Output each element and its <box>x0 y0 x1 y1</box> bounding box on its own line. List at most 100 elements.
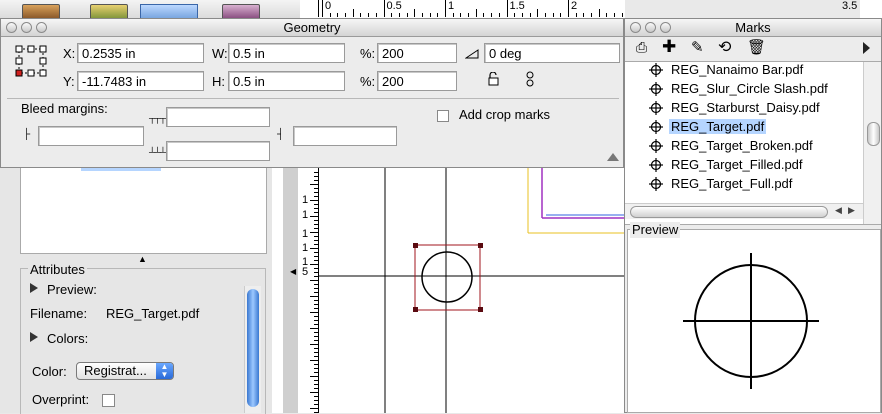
y-field[interactable]: -11.7483 in <box>77 71 204 91</box>
bleed-left-icon: ├ <box>23 129 31 140</box>
ruler-minor-tick <box>310 328 318 329</box>
link-icon[interactable] <box>525 71 535 87</box>
preview-disclosure-icon[interactable] <box>30 283 38 293</box>
scroll-thumb[interactable] <box>247 289 259 407</box>
ruler-minor-tick <box>583 13 585 17</box>
selection-bounding-box[interactable] <box>414 244 481 311</box>
ruler-minor-tick <box>310 296 318 297</box>
ruler-minor-tick <box>310 232 318 233</box>
registration-mark-icon <box>649 157 663 172</box>
ruler-minor-tick <box>337 13 339 17</box>
ruler-minor-tick <box>521 13 523 17</box>
attributes-scrollbar[interactable] <box>244 286 261 413</box>
ruler-origin-box[interactable] <box>302 0 319 17</box>
ruler-minor-tick <box>491 13 493 17</box>
ruler-minor-tick <box>360 13 362 17</box>
ruler-minor-tick <box>310 248 318 249</box>
scroll-left-icon[interactable]: ◀ <box>835 205 842 216</box>
reference-point-icon[interactable] <box>15 45 49 79</box>
ruler-minor-tick <box>537 9 539 17</box>
marks-list-item[interactable]: REG_Starburst_Daisy.pdf <box>649 97 822 116</box>
target-mark-circle[interactable] <box>421 251 473 303</box>
trash-icon[interactable]: 🗑 <box>747 38 766 56</box>
ruler-major-tick <box>568 0 569 17</box>
marks-title-bar[interactable]: Marks <box>625 19 881 37</box>
x-label: X: <box>63 46 76 61</box>
bleed-margins-label: Bleed margins: <box>21 101 108 116</box>
ruler-major-tick <box>383 0 385 17</box>
selection-handle[interactable] <box>478 307 483 312</box>
left-ruler[interactable]: 1 1 1 1 1 5 <box>298 168 319 413</box>
list-area <box>20 168 267 254</box>
unlock-icon[interactable] <box>487 71 501 86</box>
ruler-label: 1 <box>302 242 309 254</box>
marks-list-item[interactable]: REG_Target_Broken.pdf <box>649 135 815 154</box>
x-field[interactable]: 0.2535 in <box>77 43 204 63</box>
crop-marks-checkbox[interactable] <box>437 110 449 122</box>
selection-handle[interactable] <box>413 307 418 312</box>
ruler-minor-tick <box>498 13 500 17</box>
splitter-handle[interactable]: ▲ <box>138 254 147 264</box>
document-canvas[interactable] <box>318 168 624 413</box>
scroll-right-icon[interactable]: ▶ <box>848 205 855 216</box>
ruler-minor-tick <box>310 376 318 377</box>
import-icon[interactable]: ⎙ <box>636 39 647 56</box>
ruler-minor-tick <box>345 13 347 17</box>
filename-label: Filename: <box>30 306 88 321</box>
top-ruler[interactable]: 00.511.522.53 <box>300 0 625 19</box>
w-field[interactable]: 0.5 in <box>228 43 345 63</box>
marks-list-item[interactable]: REG_Nanaimo Bar.pdf <box>649 62 805 78</box>
selection-handle[interactable] <box>478 243 483 248</box>
marks-list-item[interactable]: REG_Target_Filled.pdf <box>649 154 805 173</box>
h-field[interactable]: 0.5 in <box>228 71 345 91</box>
ruler-minor-tick <box>452 13 454 17</box>
edit-icon[interactable]: ✎ <box>691 38 704 56</box>
left-panel: ▲ Attributes Preview: Filename: REG_Targ… <box>0 168 273 414</box>
menu-arrow-icon[interactable] <box>863 42 870 54</box>
list-scrollbar[interactable] <box>863 62 881 224</box>
marks-list-item[interactable]: REG_Slur_Circle Slash.pdf <box>649 78 830 97</box>
bleed-bottom-field[interactable] <box>166 141 270 161</box>
ruler-minor-tick <box>614 13 616 17</box>
registration-mark-icon <box>649 81 663 96</box>
scroll-thumb[interactable] <box>867 122 880 146</box>
width-percent-field[interactable]: 200 <box>377 43 457 63</box>
rotation-field[interactable]: 0 deg <box>484 43 620 63</box>
add-icon[interactable]: ✚ <box>662 37 676 57</box>
colors-disclosure-icon[interactable] <box>30 332 38 342</box>
ruler-label: 0 <box>325 0 332 12</box>
h-scroll-thumb[interactable] <box>630 206 828 218</box>
refresh-icon[interactable]: ⟲ <box>718 37 731 57</box>
ruler-minor-tick <box>414 9 416 17</box>
ruler-minor-tick <box>529 13 531 17</box>
bleed-bottom-icon: ┴┴┴ <box>149 147 166 157</box>
color-select-value: Registrat... <box>84 363 147 378</box>
ruler-minor-tick <box>310 184 318 185</box>
resize-grip-icon[interactable] <box>607 153 619 161</box>
ruler-label: 1.5 <box>509 0 525 12</box>
marks-list-item[interactable]: REG_Target_Full.pdf <box>649 173 794 192</box>
preview-label: Preview: <box>47 282 97 297</box>
bleed-top-field[interactable] <box>166 107 270 127</box>
color-select[interactable]: Registrat... ▲ ▼ <box>76 362 174 380</box>
overprint-checkbox[interactable] <box>102 394 115 407</box>
colors-label: Colors: <box>47 331 89 346</box>
marks-list-item[interactable]: REG_Target.pdf <box>649 116 767 135</box>
ruler-minor-tick <box>329 13 331 17</box>
selection-handle[interactable] <box>413 243 418 248</box>
pasteboard <box>283 168 298 413</box>
ruler-label: 5 <box>302 266 309 278</box>
bleed-right-field[interactable] <box>293 126 397 146</box>
ruler-minor-tick <box>606 13 608 17</box>
marks-list[interactable]: REG_Nanaimo Bar.pdf REG_Slur_Circle Slash… <box>625 61 881 225</box>
ruler-minor-tick <box>598 9 600 17</box>
horizontal-scrollbar[interactable]: ◀ ▶ <box>625 203 863 219</box>
crop-marks-label: Add crop marks <box>459 107 551 122</box>
ruler-minor-tick <box>310 344 318 345</box>
marks-title: Marks <box>735 20 771 35</box>
bleed-left-field[interactable] <box>38 126 144 146</box>
rotation-icon <box>464 47 479 59</box>
geometry-title-bar[interactable]: Geometry <box>1 19 623 37</box>
ruler-minor-tick <box>310 360 318 361</box>
height-percent-field[interactable]: 200 <box>377 71 457 91</box>
